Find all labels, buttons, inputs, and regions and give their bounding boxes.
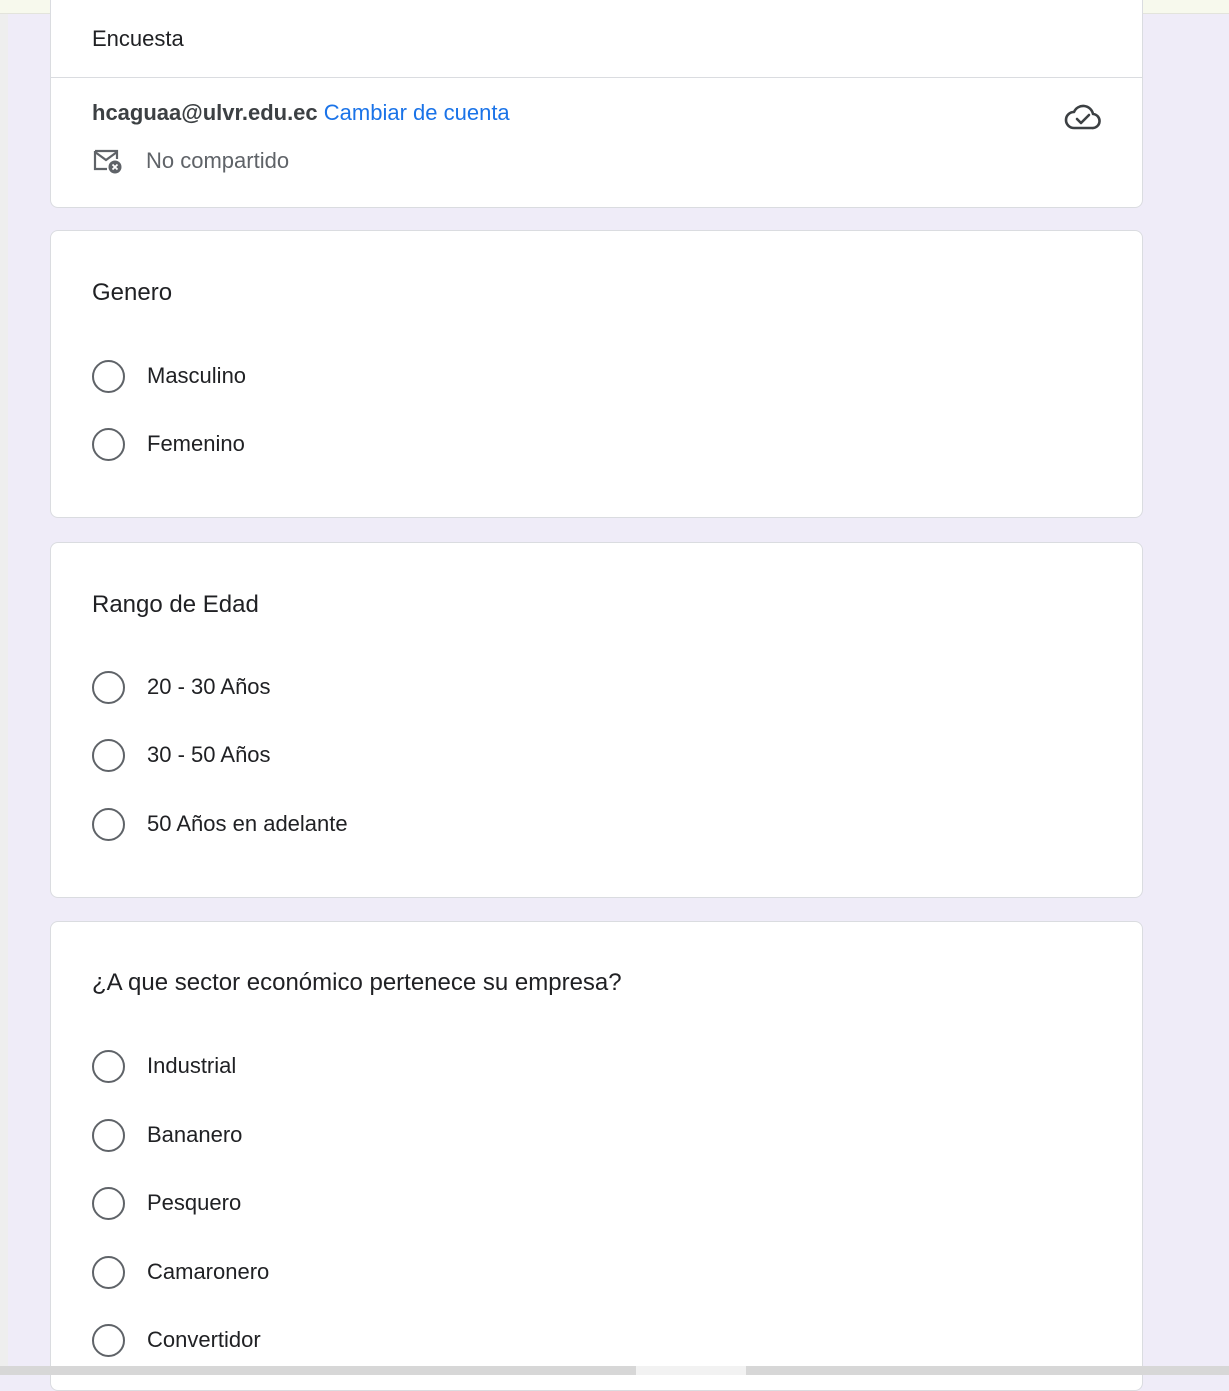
- option-label: Femenino: [147, 431, 245, 456]
- question-title: Rango de Edad: [92, 591, 259, 618]
- option-label: 50 Años en adelante: [147, 811, 348, 836]
- mail-not-shared-icon: [93, 149, 122, 174]
- radio-button[interactable]: [92, 1049, 125, 1083]
- question-card-gender: Genero Masculino Femenino: [50, 230, 1143, 518]
- radio-option-30-50[interactable]: 30 - 50 Años: [92, 738, 271, 772]
- question-title: Genero: [92, 279, 173, 306]
- switch-account-link[interactable]: Cambiar de cuenta: [324, 100, 510, 125]
- option-label: Convertidor: [147, 1327, 261, 1352]
- radio-button[interactable]: [92, 1323, 125, 1357]
- option-label: 20 - 30 Años: [147, 674, 271, 699]
- radio-option-industrial[interactable]: Industrial: [92, 1049, 236, 1083]
- option-label: 30 - 50 Años: [147, 742, 271, 767]
- radio-option-masculino[interactable]: Masculino: [92, 359, 246, 393]
- radio-button[interactable]: [92, 427, 125, 461]
- question-title: ¿A que sector económico pertenece su emp…: [92, 969, 622, 996]
- left-edge: [0, 14, 8, 1375]
- radio-button[interactable]: [92, 1118, 125, 1152]
- option-label: Camaronero: [147, 1259, 270, 1284]
- cloud-check-icon: [1064, 104, 1101, 130]
- form-header-card: Encuesta hcaguaa@ulvr.edu.ec Cambiar de …: [50, 0, 1143, 208]
- radio-option-camaronero[interactable]: Camaronero: [92, 1255, 269, 1289]
- scrollbar-thumb[interactable]: [636, 1366, 746, 1375]
- radio-option-convertidor[interactable]: Convertidor: [92, 1323, 261, 1357]
- radio-option-femenino[interactable]: Femenino: [92, 427, 245, 461]
- radio-option-20-30[interactable]: 20 - 30 Años: [92, 670, 271, 704]
- radio-button[interactable]: [92, 359, 125, 393]
- shared-status-row: No compartido: [92, 146, 289, 176]
- radio-button[interactable]: [92, 1186, 125, 1220]
- radio-option-pesquero[interactable]: Pesquero: [92, 1186, 241, 1220]
- shared-status-text: No compartido: [146, 148, 290, 173]
- radio-button[interactable]: [92, 670, 125, 704]
- account-email: hcaguaa@ulvr.edu.ec: [92, 100, 318, 125]
- header-divider: [51, 77, 1142, 78]
- radio-option-bananero[interactable]: Bananero: [92, 1118, 242, 1152]
- option-label: Industrial: [147, 1053, 237, 1078]
- question-card-age: Rango de Edad 20 - 30 Años 30 - 50 Años …: [50, 542, 1143, 898]
- option-label: Pesquero: [147, 1190, 242, 1215]
- radio-button[interactable]: [92, 807, 125, 841]
- account-row: hcaguaa@ulvr.edu.ec Cambiar de cuenta: [92, 100, 510, 126]
- question-card-sector: ¿A que sector económico pertenece su emp…: [50, 921, 1143, 1391]
- form-title: Encuesta: [92, 26, 184, 51]
- radio-button[interactable]: [92, 1255, 125, 1289]
- radio-button[interactable]: [92, 738, 125, 772]
- option-label: Masculino: [147, 363, 247, 388]
- radio-option-50-plus[interactable]: 50 Años en adelante: [92, 807, 348, 841]
- option-label: Bananero: [147, 1122, 243, 1147]
- horizontal-scrollbar[interactable]: [0, 1366, 1229, 1375]
